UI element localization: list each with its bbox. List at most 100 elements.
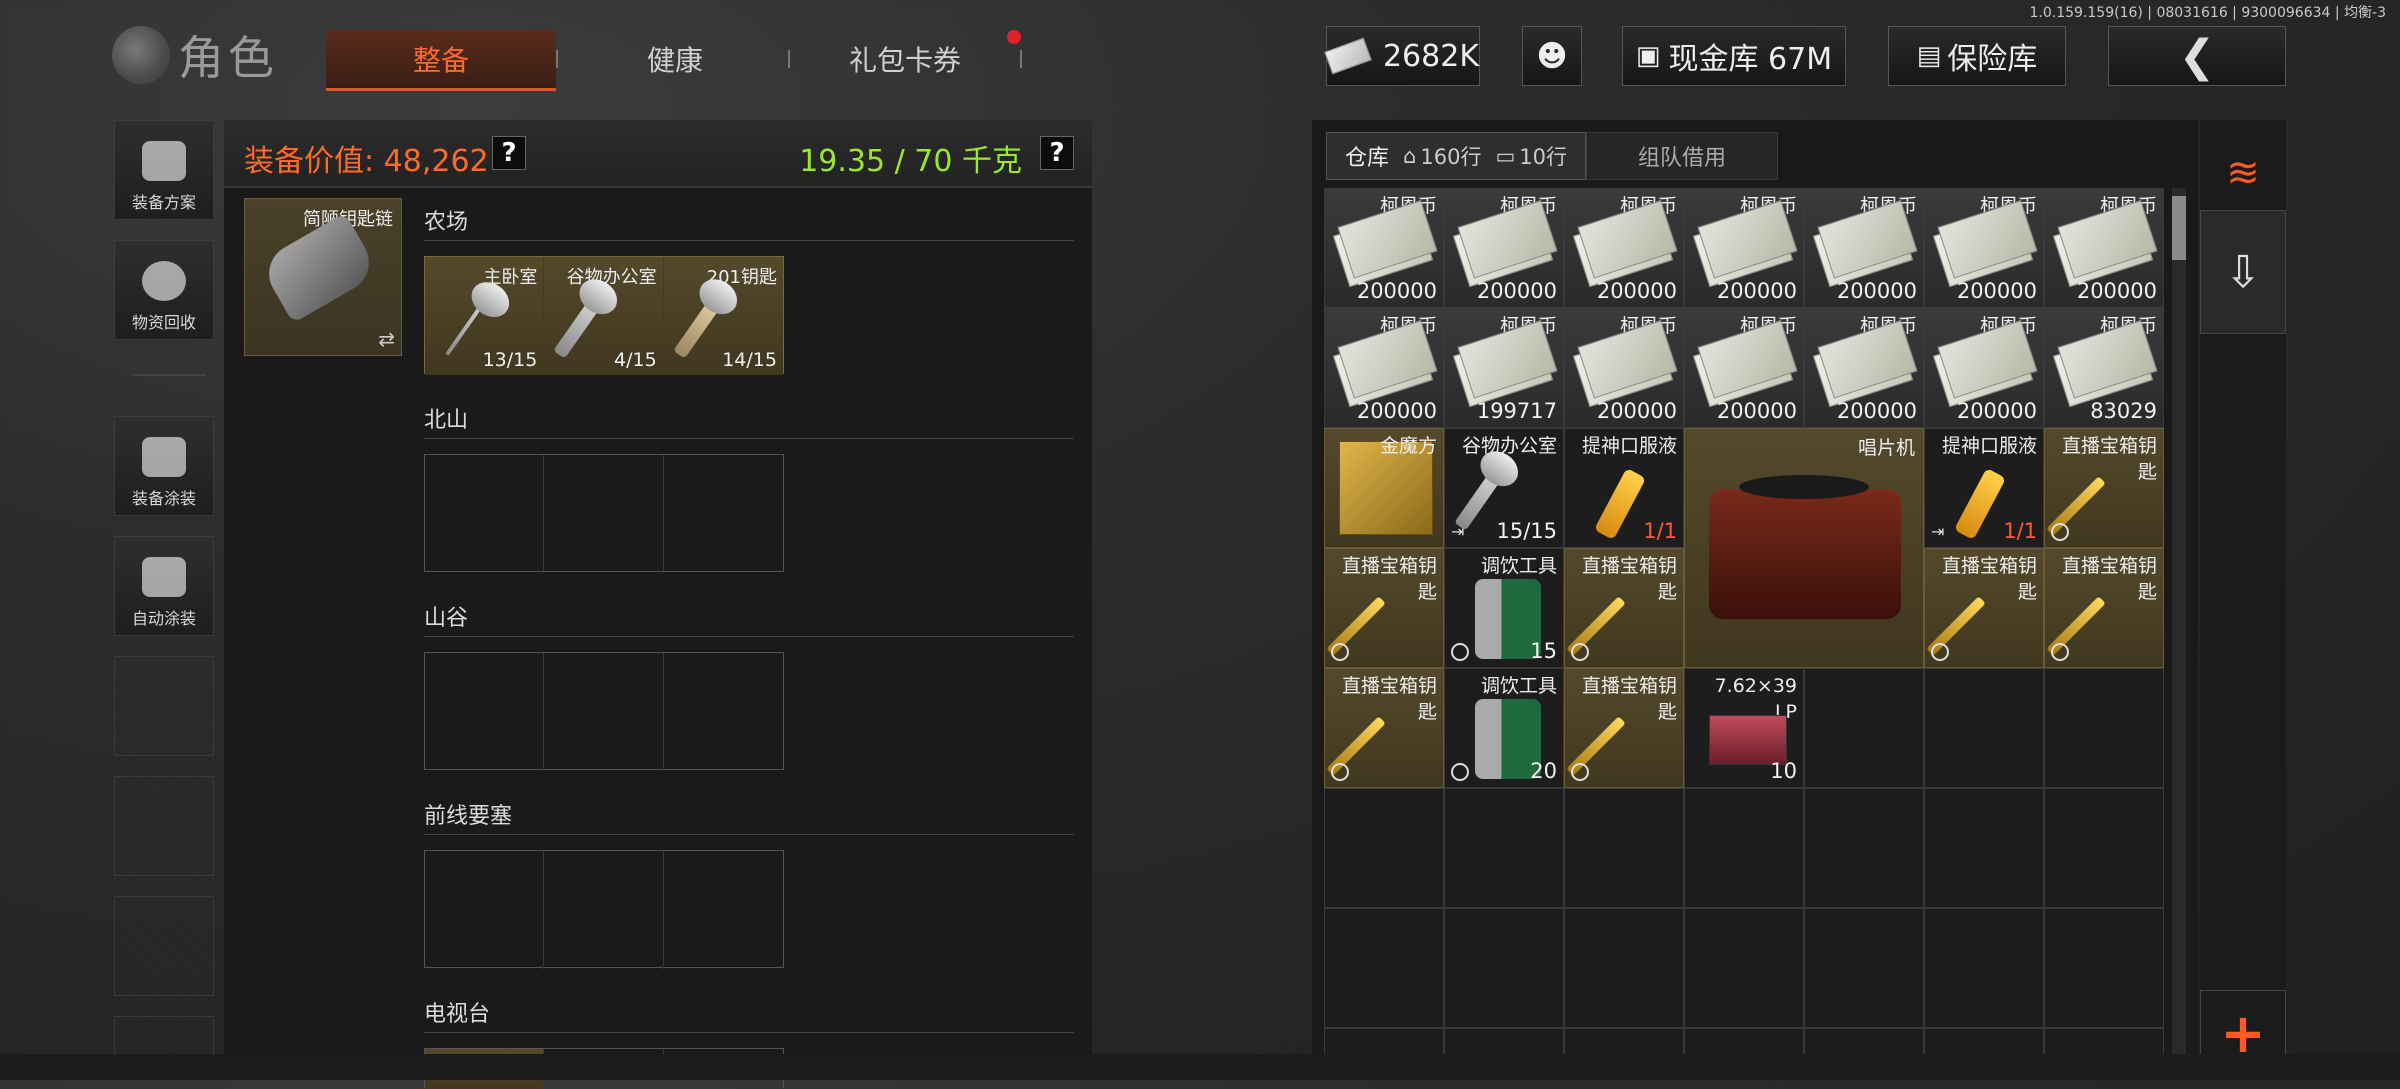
sidebar-empty-slot (114, 776, 214, 876)
warehouse-item[interactable]: 直播宝箱钥匙 (1564, 668, 1684, 788)
warehouse-item[interactable]: 柯恩币200000 (1804, 188, 1924, 308)
empty-key-slot[interactable] (664, 653, 783, 771)
equipment-panel: 装备价值: 48,262 ? 19.35 / 70 千克 ? 简陋钥匙链 ⇄ 农… (224, 120, 1092, 1089)
swap-icon[interactable]: ⇄ (378, 327, 395, 351)
empty-warehouse-slot[interactable] (1324, 908, 1444, 1028)
warehouse-item[interactable]: 直播宝箱钥匙 (1324, 548, 1444, 668)
build-info: 1.0.159.159(16) | 08031616 | 9300096634 … (2029, 5, 2387, 21)
stimulant-image (1593, 467, 1647, 541)
warehouse-item[interactable]: 柯恩币200000 (1444, 188, 1564, 308)
empty-warehouse-slot[interactable] (1564, 908, 1684, 1028)
warehouse-item[interactable]: 提神口服液 1/1 (1564, 428, 1684, 548)
warehouse-item[interactable]: 柯恩币200000 (1804, 308, 1924, 428)
warehouse-item[interactable]: 7.62×39 LP 10 (1684, 668, 1804, 788)
key-slot[interactable]: 谷物办公室 4/15 (544, 257, 664, 375)
empty-warehouse-slot[interactable] (1444, 908, 1564, 1028)
warehouse-item[interactable]: 柯恩币83029 (2044, 308, 2164, 428)
tab-warehouse[interactable]: 仓库 ⌂ 160行 ▭ 10行 (1326, 132, 1587, 180)
warehouse-item[interactable]: 柯恩币200000 (1684, 308, 1804, 428)
item-name: 直播宝箱钥匙 (1581, 555, 1677, 603)
item-count: 1/1 (1643, 519, 1677, 543)
helmet-paint-icon (142, 437, 186, 477)
warehouse-item[interactable]: 直播宝箱钥匙 (2044, 548, 2164, 668)
tab-team-borrow[interactable]: 组队借用 (1586, 132, 1779, 180)
warehouse-item[interactable]: 柯恩币200000 (1564, 188, 1684, 308)
bottom-bar (0, 1054, 2400, 1080)
warehouse-item[interactable]: 调饮工具 20 (1444, 668, 1564, 788)
back-button[interactable]: ❮ (2108, 26, 2286, 86)
empty-key-slot[interactable] (425, 653, 545, 771)
warehouse-item[interactable]: 唱片机 (1684, 428, 1924, 668)
empty-warehouse-slot[interactable] (2044, 788, 2164, 908)
keychain-slot[interactable]: 简陋钥匙链 ⇄ (244, 198, 402, 356)
empty-warehouse-slot[interactable] (1924, 668, 2044, 788)
timer-icon (1331, 643, 1349, 661)
warehouse-item[interactable]: 柯恩币200000 (1564, 308, 1684, 428)
empty-warehouse-slot[interactable] (1804, 788, 1924, 908)
area-title: 北山 (424, 408, 469, 433)
warehouse-item[interactable]: 直播宝箱钥匙 (1564, 548, 1684, 668)
empty-key-slot[interactable] (425, 851, 545, 969)
sidebar-item-skin[interactable]: 装备涂装 (114, 416, 214, 516)
empty-warehouse-slot[interactable] (1684, 908, 1804, 1028)
warehouse-item[interactable]: 柯恩币200000 (1924, 188, 2044, 308)
empty-key-slot[interactable] (544, 851, 664, 969)
warehouse-item[interactable]: 柯恩币200000 (1684, 188, 1804, 308)
warehouse-item[interactable]: 直播宝箱钥匙 (1924, 548, 2044, 668)
empty-warehouse-slot[interactable] (2044, 908, 2164, 1028)
warehouse-item[interactable]: 金魔方 (1324, 428, 1444, 548)
scrollbar-thumb[interactable] (2172, 196, 2186, 260)
warehouse-item[interactable]: 柯恩币200000 (1324, 308, 1444, 428)
sidebar-item-auto-skin[interactable]: 自动涂装 (114, 536, 214, 636)
weight-readout: 19.35 / 70 千克 (799, 144, 1022, 179)
warehouse-scrollbar[interactable] (2172, 188, 2186, 1078)
money-display[interactable]: 2682K (1324, 26, 1480, 86)
tab-gift[interactable]: 礼包卡券 (790, 30, 1020, 88)
avatar-button[interactable]: ☻ (1522, 26, 1582, 86)
empty-warehouse-slot[interactable] (1684, 788, 1804, 908)
empty-warehouse-slot[interactable] (1804, 668, 1924, 788)
empty-key-slot[interactable] (544, 455, 664, 573)
tab-equip[interactable]: 整备 (326, 30, 556, 91)
item-count: 200000 (1836, 279, 1917, 303)
sort-icon[interactable]: ≋ (2200, 130, 2286, 216)
warehouse-item[interactable]: 直播宝箱钥匙 (1324, 668, 1444, 788)
key-slot[interactable]: 201钥匙 14/15 (663, 257, 783, 375)
empty-warehouse-slot[interactable] (1444, 788, 1564, 908)
empty-key-slot[interactable] (425, 455, 545, 573)
warehouse-tabs: 仓库 ⌂ 160行 ▭ 10行 组队借用 (1326, 132, 1779, 180)
empty-key-slot[interactable] (544, 653, 664, 771)
empty-warehouse-slot[interactable] (1324, 788, 1444, 908)
sidebar-item-label: 物资回收 (131, 313, 196, 332)
help-icon[interactable]: ? (492, 136, 526, 170)
insurance-vault-button[interactable]: ▤ 保险库 (1888, 26, 2066, 86)
cash-icon (1324, 37, 1372, 75)
key-image (672, 293, 725, 359)
empty-warehouse-slot[interactable] (1564, 788, 1684, 908)
warehouse-item[interactable]: 直播宝箱钥匙 (2044, 428, 2164, 548)
key-slot[interactable]: 主卧室 13/15 (425, 257, 545, 375)
empty-key-slot[interactable] (664, 851, 783, 969)
warehouse-item[interactable]: 调饮工具 15 (1444, 548, 1564, 668)
warehouse-item[interactable]: 柯恩币200000 (1324, 188, 1444, 308)
empty-warehouse-slot[interactable] (2044, 668, 2164, 788)
empty-key-slot[interactable] (664, 455, 783, 573)
timer-icon (2051, 523, 2069, 541)
vault-icon: ▣ (1635, 41, 1661, 71)
warehouse-item[interactable]: 柯恩币199717 (1444, 308, 1564, 428)
warehouse-item[interactable]: 柯恩币200000 (2044, 188, 2164, 308)
sidebar-item-recycle[interactable]: 物资回收 (114, 240, 214, 340)
empty-warehouse-slot[interactable] (1804, 908, 1924, 1028)
equipment-value: 装备价值: 48,262 (244, 144, 489, 179)
tab-health[interactable]: 健康 (560, 30, 790, 88)
empty-warehouse-slot[interactable] (1924, 788, 2044, 908)
empty-warehouse-slot[interactable] (1924, 908, 2044, 1028)
cash-vault-button[interactable]: ▣ 现金库 67M (1622, 26, 1846, 86)
warehouse-item[interactable]: 谷物办公室 ⇥ 15/15 (1444, 428, 1564, 548)
sidebar-item-loadout[interactable]: 装备方案 (114, 120, 214, 220)
help-icon[interactable]: ? (1040, 136, 1074, 170)
import-icon[interactable]: ⇩ (2200, 210, 2286, 334)
warehouse-item[interactable]: 柯恩币200000 (1924, 308, 2044, 428)
page-title: 角色 (178, 31, 278, 85)
warehouse-item[interactable]: 提神口服液 ⇥ 1/1 (1924, 428, 2044, 548)
